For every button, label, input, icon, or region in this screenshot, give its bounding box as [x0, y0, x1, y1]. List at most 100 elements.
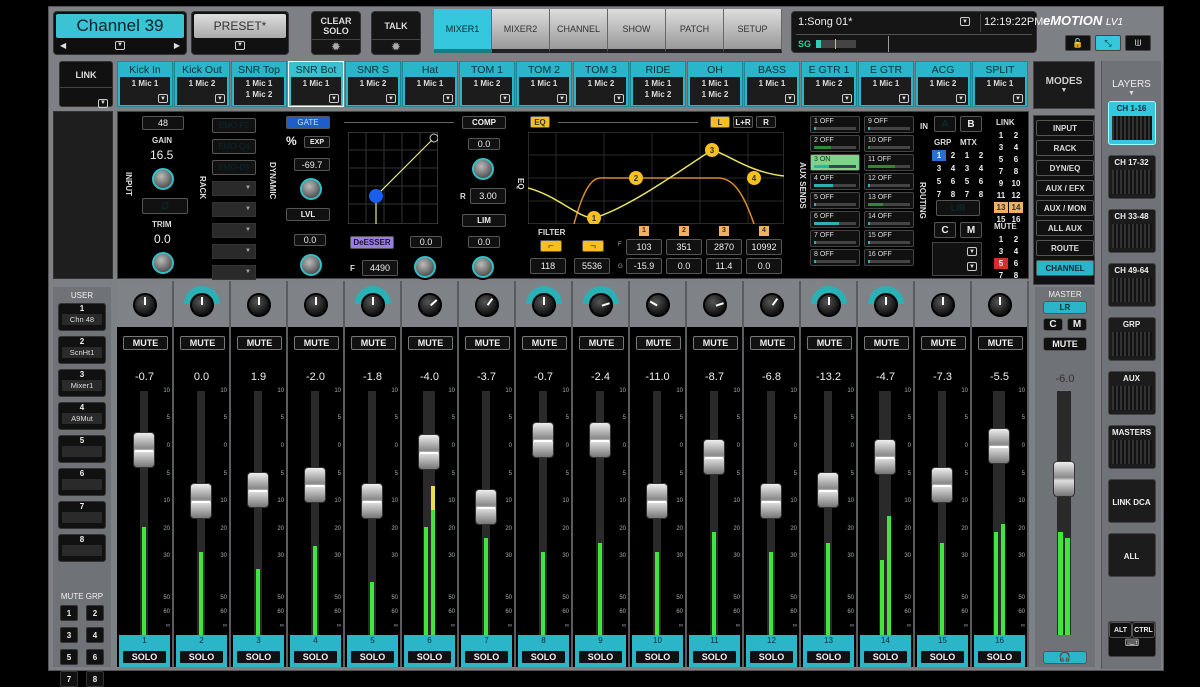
- pan-knob[interactable]: [361, 293, 385, 317]
- grp-3-button[interactable]: 3: [932, 163, 946, 174]
- patch-dropdown-icon[interactable]: ▼: [899, 94, 909, 103]
- aux-send-9[interactable]: 9 OFF: [864, 116, 914, 133]
- fader-cap[interactable]: [532, 422, 554, 459]
- user-key-6[interactable]: 6: [58, 468, 106, 496]
- fader-cap[interactable]: [133, 431, 155, 468]
- pan-knob[interactable]: [475, 293, 499, 317]
- pan-knob[interactable]: [418, 293, 442, 317]
- rack-slot-1[interactable]: EMO-F2: [212, 118, 256, 133]
- aux-send-12[interactable]: 12 OFF: [864, 173, 914, 190]
- input-patch[interactable]: 1 Mic 1 1 Mic 2: [633, 77, 683, 105]
- grp-8-button[interactable]: 8: [946, 189, 960, 200]
- input-patch[interactable]: 1 Mic 1 ▼: [405, 77, 455, 105]
- grp-6-button[interactable]: 6: [946, 176, 960, 187]
- link-4-button[interactable]: 4: [1009, 142, 1023, 153]
- deesser-button[interactable]: DeESSER: [350, 236, 394, 249]
- aux-send-level[interactable]: [814, 165, 856, 168]
- mtx-7-button[interactable]: 7: [960, 189, 974, 200]
- aux-send-level[interactable]: [868, 241, 910, 244]
- ctrl-button[interactable]: CTRL: [1132, 622, 1155, 638]
- pan-knob[interactable]: [988, 293, 1012, 317]
- patch-dropdown-icon[interactable]: ▼: [842, 94, 852, 103]
- solo-button[interactable]: SOLO: [292, 649, 339, 665]
- aux-send-15[interactable]: 15 OFF: [864, 230, 914, 247]
- solo-button[interactable]: SOLO: [520, 649, 567, 665]
- channel-name-9[interactable]: TOM 3 1 Mic 2 ▼: [573, 61, 629, 107]
- fader-cap[interactable]: [988, 428, 1010, 464]
- grp-2-button[interactable]: 2: [946, 150, 960, 161]
- alt-button[interactable]: ALT: [1109, 622, 1132, 638]
- rack-slot-5-empty[interactable]: ▼: [212, 202, 256, 217]
- strip-scroller[interactable]: [53, 111, 113, 279]
- mute-button[interactable]: MUTE: [408, 336, 453, 350]
- comp-button[interactable]: COMP: [462, 116, 506, 129]
- input-patch[interactable]: 1 Mic 1 ▼: [975, 77, 1025, 105]
- link-13-button[interactable]: 13: [994, 202, 1008, 213]
- mute-button[interactable]: MUTE: [750, 336, 795, 350]
- song-dropdown-icon[interactable]: ▼: [960, 17, 970, 26]
- mode-route[interactable]: ROUTE: [1036, 240, 1094, 256]
- mute-button[interactable]: MUTE: [921, 336, 966, 350]
- mode-aux-mon[interactable]: AUX / MON: [1036, 200, 1094, 216]
- mute-grp-7-button[interactable]: 7: [60, 671, 78, 687]
- fader-cap[interactable]: [760, 483, 782, 519]
- preset-dropdown-icon[interactable]: ▼: [235, 40, 245, 50]
- patch-dropdown-icon[interactable]: ▼: [386, 94, 396, 103]
- gate-threshold-value[interactable]: -69.7: [294, 158, 330, 171]
- eq-band-gain[interactable]: 0.0: [746, 258, 782, 274]
- aux-send-6[interactable]: 6 OFF: [810, 211, 860, 228]
- master-c-button[interactable]: C: [1043, 318, 1063, 331]
- fader-track[interactable]: [710, 391, 718, 635]
- layer-link-dca[interactable]: LINK DCA: [1107, 479, 1156, 523]
- eq-channel-r[interactable]: R: [756, 116, 776, 128]
- link-5-button[interactable]: 5: [994, 154, 1008, 165]
- pan-knob[interactable]: [817, 293, 841, 317]
- master-mute-button[interactable]: MUTE: [1043, 337, 1087, 351]
- eq-band-gain[interactable]: -15.9: [626, 258, 662, 274]
- patch-dropdown-icon[interactable]: ▼: [614, 94, 624, 103]
- mute-grp-6-button[interactable]: 6: [86, 649, 104, 665]
- aux-send-13[interactable]: 13 OFF: [864, 192, 914, 209]
- highpass-filter-button[interactable]: ⌐: [540, 240, 562, 252]
- fader-cap[interactable]: [190, 483, 212, 519]
- channel-name-11[interactable]: OH 1 Mic 1 1 Mic 2: [687, 61, 743, 107]
- comp-knob[interactable]: [472, 158, 494, 180]
- patch-dropdown-icon[interactable]: ▼: [785, 94, 795, 103]
- fader-track[interactable]: [311, 391, 319, 635]
- fader-track[interactable]: [938, 391, 946, 635]
- lr-route-button[interactable]: L/R: [936, 200, 980, 216]
- mode-aux-efx[interactable]: AUX / EFX: [1036, 180, 1094, 196]
- input-patch[interactable]: 1 Mic 2 ▼: [804, 77, 854, 105]
- patch-dropdown-icon[interactable]: ▼: [557, 94, 567, 103]
- patch-dropdown-icon[interactable]: ▼: [329, 94, 339, 103]
- mute-button[interactable]: MUTE: [864, 336, 909, 350]
- mute-button[interactable]: MUTE: [636, 336, 681, 350]
- rack-slot-2[interactable]: EMO-Q4: [212, 139, 256, 154]
- input-a-button[interactable]: A: [934, 116, 956, 132]
- mode-channel[interactable]: CHANNEL: [1036, 260, 1094, 276]
- channel-name-5[interactable]: SNR S 1 Mic 2 ▼: [345, 61, 401, 107]
- pan-knob[interactable]: [247, 293, 271, 317]
- fader-track[interactable]: [254, 391, 262, 635]
- aux-send-5[interactable]: 5 OFF: [810, 192, 860, 209]
- tab-patch[interactable]: PATCH: [666, 9, 724, 53]
- plugin-icon[interactable]: ᗯ: [1125, 35, 1151, 51]
- fader-track[interactable]: [824, 391, 832, 635]
- eq-band-frequency[interactable]: 10992: [746, 239, 782, 255]
- mute-button[interactable]: MUTE: [294, 336, 339, 350]
- tab-mixer1[interactable]: MIXER1: [434, 9, 492, 53]
- solo-button[interactable]: SOLO: [805, 649, 852, 665]
- mute-grp-1-button[interactable]: 1: [60, 605, 78, 621]
- user-key-4[interactable]: 4 A9Mut: [58, 402, 106, 430]
- fader-cap[interactable]: [931, 466, 953, 503]
- aux-send-level[interactable]: [868, 146, 910, 149]
- solo-button[interactable]: SOLO: [976, 649, 1023, 665]
- fader-cap[interactable]: [874, 439, 896, 476]
- grp-1-button[interactable]: 1: [932, 150, 946, 161]
- eq-band-frequency[interactable]: 103: [626, 239, 662, 255]
- solo-button[interactable]: SOLO: [235, 649, 282, 665]
- link-8-button[interactable]: 8: [1009, 166, 1023, 177]
- gate-button[interactable]: GATE: [286, 116, 330, 129]
- eq-band-frequency[interactable]: 2870: [706, 239, 742, 255]
- grp-5-button[interactable]: 5: [932, 176, 946, 187]
